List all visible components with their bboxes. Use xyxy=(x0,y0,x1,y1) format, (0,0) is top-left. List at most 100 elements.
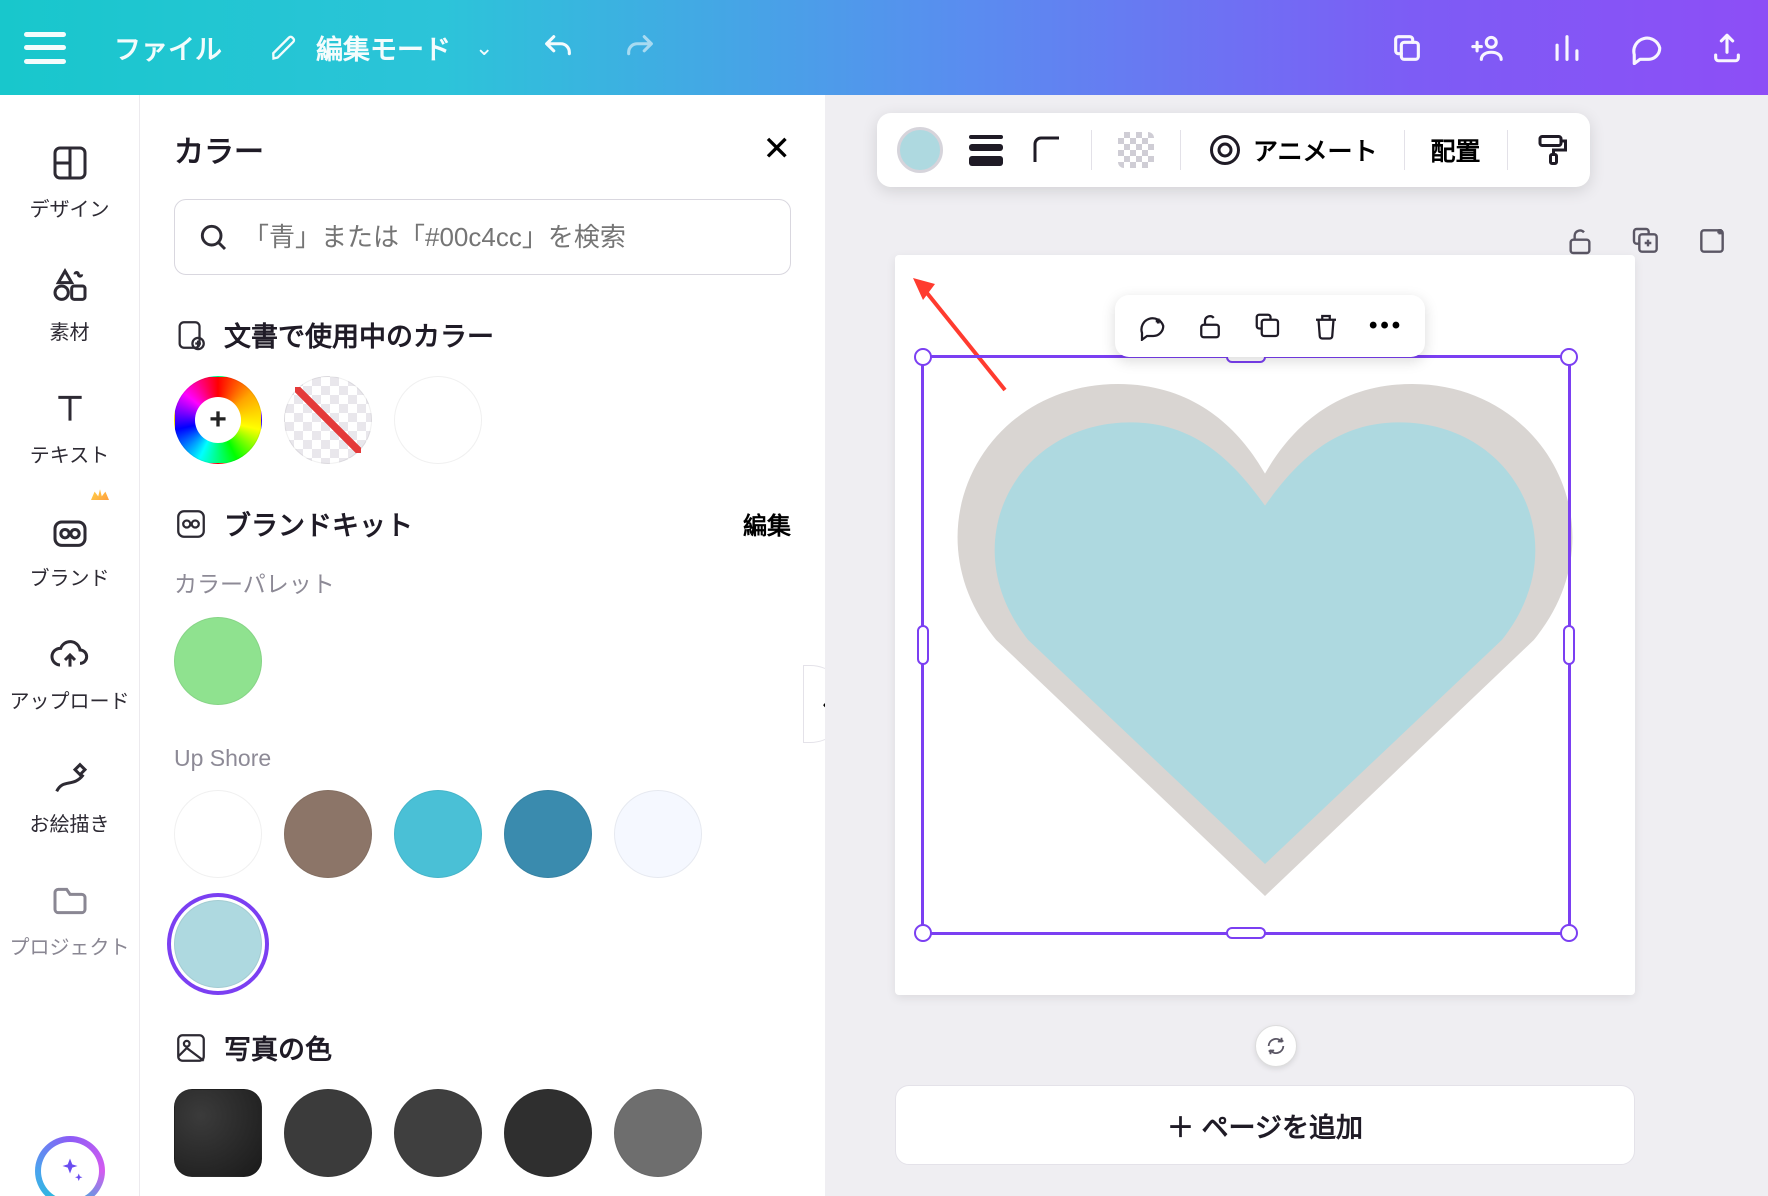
animate-button[interactable]: アニメート xyxy=(1207,132,1378,168)
panel-title: カラー xyxy=(174,127,264,171)
rail-elements[interactable]: 素材 xyxy=(0,248,139,363)
corner-icon xyxy=(1029,132,1065,168)
selection-box[interactable] xyxy=(921,355,1571,935)
position-button[interactable]: 配置 xyxy=(1431,132,1481,168)
rail-project[interactable]: プロジェクト xyxy=(0,863,139,978)
page-tools xyxy=(1564,225,1728,257)
close-panel-button[interactable]: ✕ xyxy=(763,129,792,169)
side-rail: デザイン 素材 テキスト ブランド アップロード お絵描き プロジェクト xyxy=(0,95,140,1196)
image-icon xyxy=(174,1031,208,1065)
toolbar-separator xyxy=(1180,130,1181,170)
color-swatch[interactable] xyxy=(394,1089,482,1177)
resize-handle-l[interactable] xyxy=(917,625,929,665)
format-painter-button[interactable] xyxy=(1534,132,1570,168)
floating-element-actions: ••• xyxy=(1115,295,1425,357)
edit-mode-dropdown[interactable]: 編集モード ⌄ xyxy=(270,28,493,67)
add-page-icon[interactable] xyxy=(1696,225,1728,257)
comment-icon[interactable] xyxy=(1630,31,1664,65)
resize-handle-tl[interactable] xyxy=(914,348,932,366)
resize-handle-b[interactable] xyxy=(1226,927,1266,939)
layout-icon xyxy=(50,143,90,183)
color-swatch[interactable] xyxy=(174,900,262,988)
transparency-icon xyxy=(1118,132,1154,168)
top-toolbar: ファイル 編集モード ⌄ xyxy=(0,0,1768,95)
color-swatch[interactable] xyxy=(504,1089,592,1177)
more-actions-button[interactable]: ••• xyxy=(1369,312,1403,340)
toolbar-separator xyxy=(1091,130,1092,170)
stroke-weight-button[interactable] xyxy=(969,135,1003,166)
color-swatch[interactable]: + xyxy=(174,376,262,464)
transparency-button[interactable] xyxy=(1118,132,1154,168)
draw-icon xyxy=(50,758,90,798)
share-people-icon[interactable] xyxy=(1470,31,1504,65)
rail-brand[interactable]: ブランド xyxy=(0,494,139,609)
brandkit-edit-link[interactable]: 編集 xyxy=(743,506,791,541)
search-icon xyxy=(197,221,229,253)
color-swatch[interactable] xyxy=(614,790,702,878)
file-menu[interactable]: ファイル xyxy=(114,28,222,67)
sync-indicator[interactable] xyxy=(1255,1025,1297,1067)
color-swatch[interactable] xyxy=(284,790,372,878)
rail-draw-label: お絵描き xyxy=(30,808,110,837)
menu-button[interactable] xyxy=(24,32,66,64)
resize-handle-tr[interactable] xyxy=(1560,348,1578,366)
brand-palette-swatch[interactable] xyxy=(174,617,262,705)
resize-handle-r[interactable] xyxy=(1563,625,1575,665)
color-swatch[interactable] xyxy=(174,1089,262,1177)
sync-icon xyxy=(1265,1035,1287,1057)
rail-text[interactable]: テキスト xyxy=(0,371,139,486)
color-swatch[interactable] xyxy=(394,376,482,464)
color-swatch[interactable] xyxy=(504,790,592,878)
corner-radius-button[interactable] xyxy=(1029,132,1065,168)
toolbar-separator xyxy=(1404,130,1405,170)
color-swatch[interactable] xyxy=(614,1089,702,1177)
toolbar-separator xyxy=(1507,130,1508,170)
rail-draw[interactable]: お絵描き xyxy=(0,740,139,855)
rail-design-label: デザイン xyxy=(30,193,110,222)
context-toolbar: アニメート 配置 xyxy=(877,113,1590,187)
color-panel: ‹ カラー ✕ 文書で使用中のカラー + ブランドキット 編集 カラーパレット xyxy=(140,95,825,1196)
resize-handle-br[interactable] xyxy=(1560,924,1578,942)
palette-label: カラーパレット xyxy=(174,565,791,599)
color-swatch[interactable] xyxy=(284,1089,372,1177)
rail-ai-button[interactable] xyxy=(35,1136,105,1196)
unlock-page-icon[interactable] xyxy=(1564,225,1596,257)
color-search-input[interactable] xyxy=(243,222,768,253)
rail-elements-label: 素材 xyxy=(50,316,90,345)
pencil-icon xyxy=(270,34,298,62)
roller-icon xyxy=(1534,132,1570,168)
doc-colors-title: 文書で使用中のカラー xyxy=(224,315,494,354)
rail-design[interactable]: デザイン xyxy=(0,125,139,240)
copy-icon[interactable] xyxy=(1390,31,1424,65)
redo-button[interactable] xyxy=(623,31,657,65)
color-swatch[interactable] xyxy=(174,790,262,878)
color-search[interactable] xyxy=(174,199,791,275)
position-label: 配置 xyxy=(1431,132,1481,168)
sparkle-icon xyxy=(55,1156,85,1186)
add-page-button[interactable]: ＋ ページを追加 xyxy=(895,1085,1635,1165)
fill-color-button[interactable] xyxy=(897,127,943,173)
palette-name: Up Shore xyxy=(174,745,791,772)
color-swatch[interactable] xyxy=(394,790,482,878)
upshore-swatches xyxy=(174,790,791,988)
text-icon xyxy=(50,389,90,429)
brandkit-icon xyxy=(174,507,208,541)
duplicate-page-icon[interactable] xyxy=(1630,225,1662,257)
color-swatch[interactable] xyxy=(284,376,372,464)
brandkit-title: ブランドキット xyxy=(224,504,413,543)
delete-element-icon[interactable] xyxy=(1311,311,1341,341)
comment-add-icon[interactable] xyxy=(1137,311,1167,341)
lock-element-icon[interactable] xyxy=(1195,311,1225,341)
chevron-down-icon: ⌄ xyxy=(475,35,493,61)
doc-color-swatches: + xyxy=(174,376,791,464)
analytics-icon[interactable] xyxy=(1550,31,1584,65)
duplicate-element-icon[interactable] xyxy=(1253,311,1283,341)
photo-swatches xyxy=(174,1089,791,1196)
export-icon[interactable] xyxy=(1710,31,1744,65)
rail-text-label: テキスト xyxy=(30,439,109,468)
resize-handle-bl[interactable] xyxy=(914,924,932,942)
rail-upload[interactable]: アップロード xyxy=(0,617,139,732)
main-area: デザイン 素材 テキスト ブランド アップロード お絵描き プロジェクト xyxy=(0,95,1768,1196)
undo-button[interactable] xyxy=(541,31,575,65)
rail-brand-label: ブランド xyxy=(30,562,110,591)
